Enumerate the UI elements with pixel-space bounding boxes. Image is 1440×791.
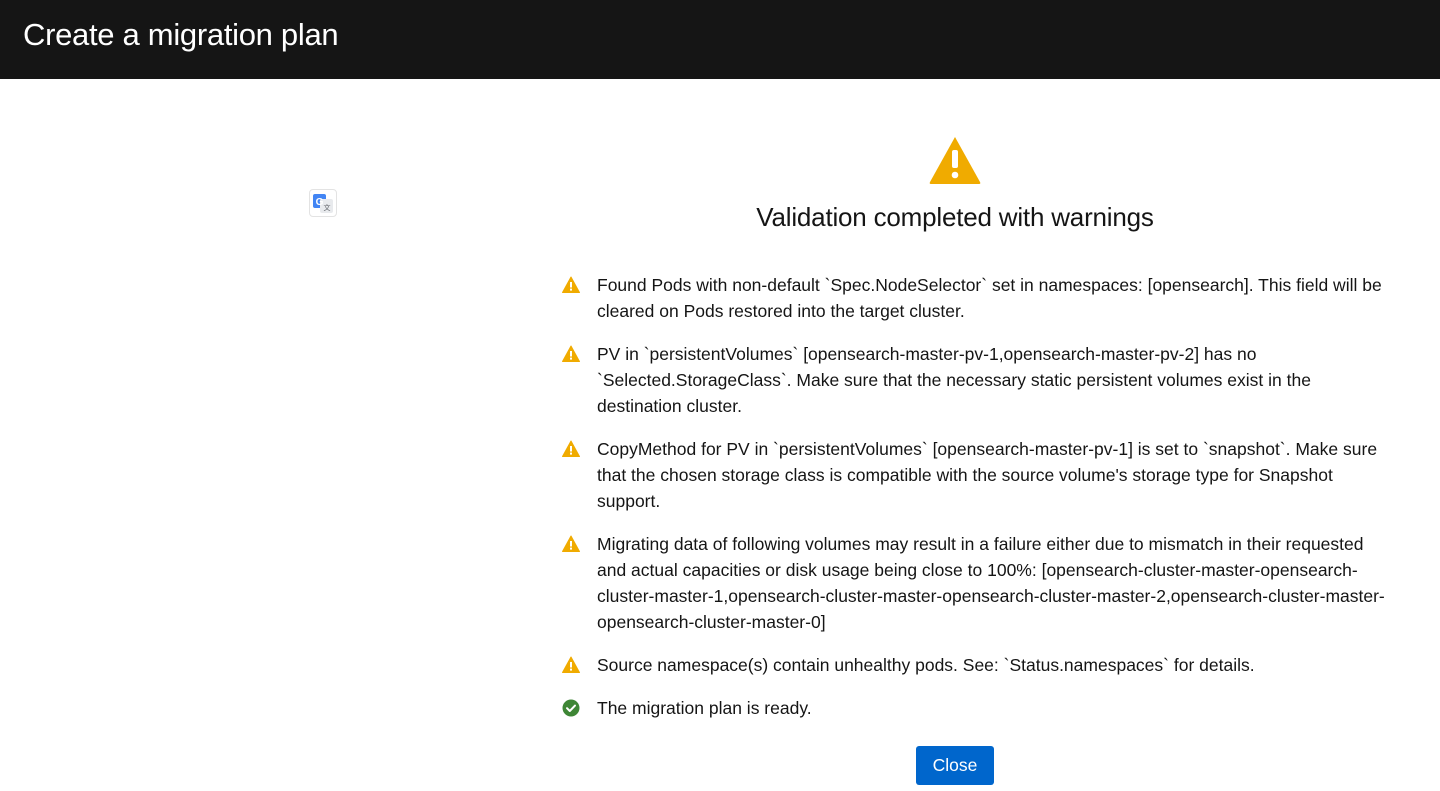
google-translate-button[interactable]: G 文 xyxy=(309,189,337,217)
message-text: CopyMethod for PV in `persistentVolumes`… xyxy=(597,439,1378,511)
message-text: Migrating data of following volumes may … xyxy=(597,534,1385,632)
validation-headline: Validation completed with warnings xyxy=(756,202,1154,232)
message-text: The migration plan is ready. xyxy=(597,698,812,718)
validation-message: CopyMethod for PV in `persistentVolumes`… xyxy=(562,436,1392,514)
svg-text:文: 文 xyxy=(324,203,331,212)
validation-message-list: Found Pods with non-default `Spec.NodeSe… xyxy=(562,272,1392,738)
warning-icon xyxy=(562,345,580,362)
google-translate-icon: G 文 xyxy=(313,194,333,213)
page-header: Create a migration plan xyxy=(0,0,1440,79)
warning-icon xyxy=(562,276,580,293)
validation-message: Migrating data of following volumes may … xyxy=(562,531,1392,635)
validation-message: Source namespace(s) contain unhealthy po… xyxy=(562,652,1392,678)
warning-triangle-icon xyxy=(929,137,981,184)
translate-glyph: G xyxy=(316,197,324,208)
validation-message: PV in `persistentVolumes` [opensearch-ma… xyxy=(562,341,1392,419)
validation-message: Found Pods with non-default `Spec.NodeSe… xyxy=(562,272,1392,324)
warning-icon xyxy=(562,535,580,552)
check-circle-icon xyxy=(562,699,580,717)
page-title: Create a migration plan xyxy=(23,16,339,52)
validation-message-success: The migration plan is ready. xyxy=(562,695,1392,721)
message-text: Found Pods with non-default `Spec.NodeSe… xyxy=(597,275,1382,321)
warning-icon xyxy=(562,440,580,457)
close-button[interactable]: Close xyxy=(916,746,994,785)
warning-icon xyxy=(562,656,580,673)
message-text: Source namespace(s) contain unhealthy po… xyxy=(597,655,1255,675)
message-text: PV in `persistentVolumes` [opensearch-ma… xyxy=(597,344,1311,416)
